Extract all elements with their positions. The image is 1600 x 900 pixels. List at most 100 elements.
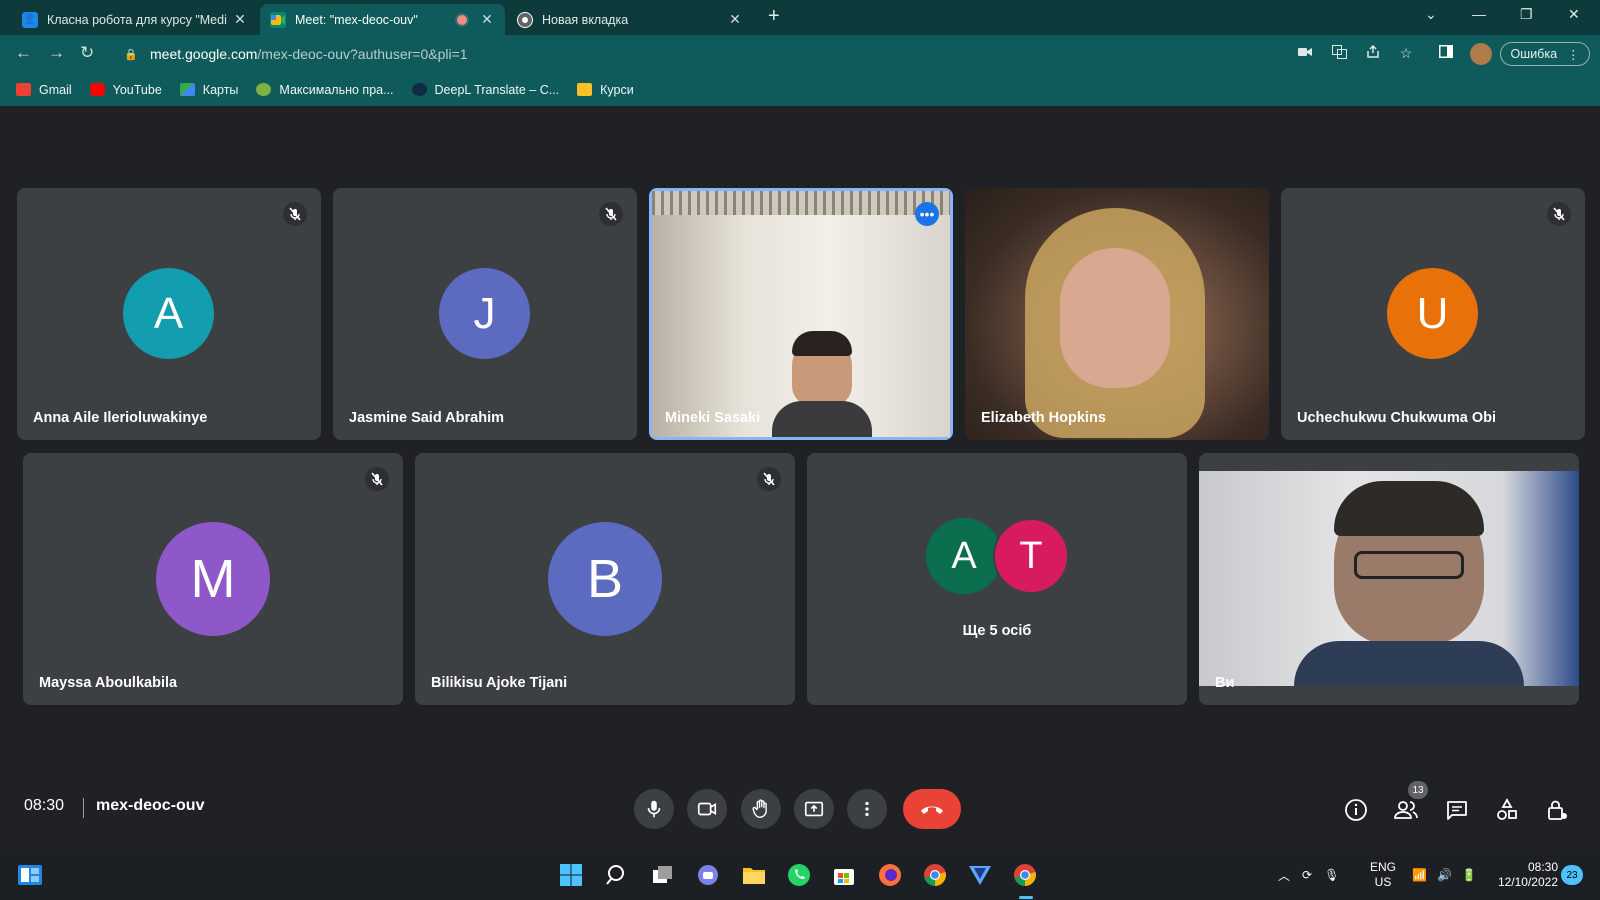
restore-button[interactable]: ❐ bbox=[1520, 6, 1533, 23]
minimize-button[interactable]: — bbox=[1472, 6, 1486, 22]
tab-meet[interactable]: Meet: "mex-deoc-ouv" ✕ bbox=[260, 4, 505, 35]
file-explorer-icon[interactable] bbox=[740, 861, 768, 889]
tab-search-chevron-icon[interactable]: ⌄ bbox=[1425, 6, 1437, 23]
kebab-menu-icon: ⋮ bbox=[1567, 47, 1580, 62]
present-screen-icon bbox=[804, 801, 824, 817]
present-screen-button[interactable] bbox=[794, 789, 834, 829]
ceiling-pattern bbox=[652, 191, 950, 215]
activities-icon bbox=[1497, 798, 1517, 820]
quick-settings[interactable]: 📶 🔊 🔋 bbox=[1412, 850, 1477, 900]
volume-icon: 🔊 bbox=[1436, 868, 1452, 882]
meet-favicon-icon bbox=[270, 11, 286, 28]
participant-tile-group[interactable]: A T Ще 5 осіб bbox=[807, 453, 1187, 705]
participant-tile-bilikisu[interactable]: B Bilikisu Ajoke Tijani bbox=[415, 453, 795, 705]
tab-title: Meet: "mex-deoc-ouv" bbox=[295, 12, 418, 27]
host-controls-button[interactable] bbox=[1544, 797, 1570, 823]
participant-tile-uchechukwu[interactable]: U Uchechukwu Chukwuma Obi bbox=[1281, 188, 1585, 440]
people-button[interactable] bbox=[1393, 797, 1419, 823]
close-tab-icon[interactable]: ✕ bbox=[727, 11, 743, 28]
microphone-button[interactable] bbox=[634, 789, 674, 829]
tab-classroom[interactable]: 👤 Класна робота для курсу "Medi ✕ bbox=[12, 4, 258, 35]
whatsapp-icon[interactable] bbox=[785, 861, 813, 889]
url-bar[interactable]: 🔒 meet.google.com/mex-deoc-ouv?authuser=… bbox=[114, 40, 1494, 68]
microphone-in-use-icon[interactable]: 🎙 bbox=[1324, 868, 1339, 882]
divider bbox=[83, 798, 84, 818]
participant-tile-elizabeth[interactable]: Elizabeth Hopkins bbox=[965, 188, 1269, 440]
bookmark-kursy[interactable]: Курси bbox=[577, 83, 634, 97]
error-button[interactable]: Ошибка ⋮ bbox=[1500, 42, 1590, 66]
wifi-icon: 📶 bbox=[1412, 868, 1427, 882]
microphone-icon bbox=[647, 800, 661, 818]
bookmark-maksymalno[interactable]: Максимально пра... bbox=[256, 83, 394, 97]
bookmark-deepl[interactable]: DeepL Translate – C... bbox=[411, 82, 560, 97]
leave-call-button[interactable] bbox=[903, 789, 961, 829]
mic-off-icon bbox=[599, 202, 623, 226]
sync-icon[interactable]: ⟳ bbox=[1302, 868, 1312, 882]
hang-up-icon bbox=[921, 806, 943, 814]
participant-tile-self[interactable]: Ви bbox=[1199, 453, 1579, 705]
maps-icon bbox=[179, 83, 195, 96]
participant-tile-mineki[interactable]: ••• Mineki Sasaki bbox=[649, 188, 953, 440]
bookmark-label: Карты bbox=[202, 82, 239, 97]
participant-tile-mayssa[interactable]: M Mayssa Aboulkabila bbox=[23, 453, 403, 705]
profile-avatar[interactable] bbox=[1470, 43, 1492, 65]
reload-icon[interactable]: ↻ bbox=[80, 43, 94, 63]
camera-button[interactable] bbox=[687, 789, 727, 829]
more-options-button[interactable] bbox=[847, 789, 887, 829]
teams-chat-icon[interactable] bbox=[694, 861, 722, 889]
url-path: /mex-deoc-ouv?authuser=0&pli=1 bbox=[257, 46, 468, 62]
person-shoulders bbox=[1294, 641, 1524, 686]
bookmark-icon bbox=[256, 83, 272, 96]
forward-arrow-icon[interactable]: → bbox=[48, 43, 65, 63]
share-icon[interactable] bbox=[1364, 44, 1382, 62]
close-tab-icon[interactable]: ✕ bbox=[232, 11, 248, 28]
show-hidden-icons-chevron-icon[interactable]: ︿ bbox=[1278, 867, 1290, 884]
mic-off-icon bbox=[365, 467, 389, 491]
translate-icon[interactable] bbox=[1330, 45, 1348, 62]
task-view-icon[interactable] bbox=[649, 861, 677, 889]
camera-in-use-icon[interactable] bbox=[1296, 45, 1314, 61]
chrome-active-icon[interactable] bbox=[1011, 861, 1039, 889]
participant-count-badge: 13 bbox=[1408, 781, 1428, 799]
info-icon bbox=[1345, 799, 1367, 821]
recording-indicator-icon bbox=[457, 14, 467, 25]
activities-button[interactable] bbox=[1494, 797, 1520, 823]
vpn-icon[interactable] bbox=[966, 861, 994, 889]
avatar: A bbox=[123, 268, 214, 359]
clock-date[interactable]: 08:30 12/10/2022 bbox=[1494, 850, 1558, 900]
meeting-details-button[interactable] bbox=[1343, 797, 1369, 823]
bookmark-maps[interactable]: Карты bbox=[179, 82, 239, 97]
battery-icon: 🔋 bbox=[1461, 868, 1477, 882]
participant-tile-jasmine[interactable]: J Jasmine Said Abrahim bbox=[333, 188, 637, 440]
input-language[interactable]: ENG US bbox=[1368, 850, 1398, 900]
bookmark-gmail[interactable]: Gmail bbox=[16, 83, 72, 97]
widgets-icon[interactable] bbox=[16, 861, 44, 889]
people-icon bbox=[1394, 801, 1418, 819]
language-code: ENG bbox=[1369, 860, 1396, 874]
close-tab-icon[interactable]: ✕ bbox=[479, 11, 495, 28]
new-tab-button[interactable]: + bbox=[768, 5, 780, 28]
avatar: T bbox=[993, 518, 1069, 594]
chrome-icon[interactable] bbox=[921, 861, 949, 889]
bookmark-youtube[interactable]: YouTube bbox=[89, 83, 162, 97]
back-arrow-icon[interactable]: ← bbox=[15, 43, 32, 63]
lock-icon[interactable]: 🔒 bbox=[124, 48, 138, 61]
side-panel-icon[interactable] bbox=[1437, 45, 1455, 61]
more-participants-label: Ще 5 осіб bbox=[962, 623, 1032, 639]
tab-new-tab[interactable]: Новая вкладка ✕ bbox=[507, 4, 753, 35]
microsoft-store-icon[interactable] bbox=[830, 861, 858, 889]
bookmark-label: DeepL Translate – C... bbox=[434, 82, 560, 97]
taskbar-time: 08:30 bbox=[1527, 860, 1558, 874]
active-app-indicator bbox=[1019, 896, 1033, 899]
meeting-clock: 08:30 bbox=[24, 797, 65, 814]
notification-badge[interactable]: 23 bbox=[1561, 865, 1583, 885]
chat-button[interactable] bbox=[1444, 797, 1470, 823]
close-window-button[interactable]: ✕ bbox=[1568, 6, 1580, 23]
raise-hand-button[interactable] bbox=[741, 789, 781, 829]
firefox-icon[interactable] bbox=[876, 861, 904, 889]
more-options-icon[interactable]: ••• bbox=[915, 202, 939, 226]
participant-tile-anna[interactable]: A Anna Aile Ilerioluwakinye bbox=[17, 188, 321, 440]
search-icon[interactable] bbox=[603, 861, 631, 889]
start-menu-icon[interactable] bbox=[557, 861, 585, 889]
bookmark-star-icon[interactable]: ☆ bbox=[1397, 45, 1415, 62]
